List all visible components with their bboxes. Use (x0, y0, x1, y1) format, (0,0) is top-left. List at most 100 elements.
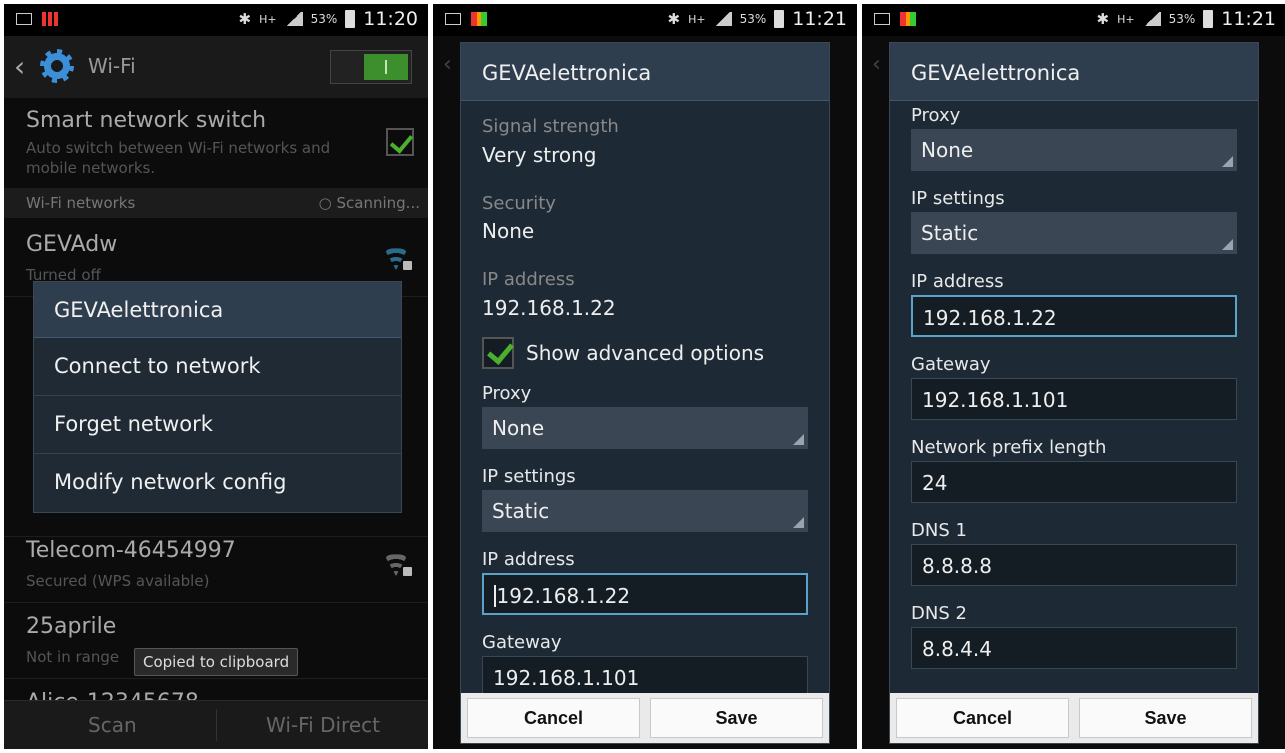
app-notification-icon (471, 12, 487, 26)
network-config-screen-top: ✱ H+ 53% 11:21 ‹ GEVAelettronica Signal … (433, 4, 857, 749)
proxy-label: Proxy (482, 383, 532, 404)
scanning-label: Scanning... (336, 194, 420, 212)
signal-strength-value: Very strong (482, 143, 597, 167)
clock: 11:21 (792, 8, 847, 30)
image-notification-icon (16, 13, 32, 25)
network-type-label: H+ (259, 12, 277, 26)
proxy-value: None (492, 416, 545, 440)
network-name: 25aprile (26, 614, 117, 639)
settings-gear-icon[interactable] (40, 49, 74, 83)
back-icon: ‹ (443, 52, 452, 77)
app-notification-icon (42, 12, 58, 26)
proxy-dropdown[interactable]: None (482, 407, 808, 449)
modify-network-config-item[interactable]: Modify network config (34, 454, 401, 512)
smart-switch-checkbox[interactable] (386, 128, 414, 156)
signal-icon (284, 12, 303, 26)
ip-settings-dropdown[interactable]: Static (911, 212, 1237, 254)
page-title: Wi-Fi (88, 54, 136, 78)
status-bar: ✱ H+ 53% 11:21 (433, 4, 857, 36)
smart-switch-subtitle: Auto switch between Wi-Fi networks and m… (26, 139, 331, 177)
ip-settings-value: Static (492, 499, 550, 523)
bottom-action-bar: Scan Wi-Fi Direct (4, 700, 428, 749)
dns1-input[interactable]: 8.8.8.8 (911, 544, 1237, 586)
gateway-input[interactable]: 192.168.1.101 (482, 656, 808, 693)
image-notification-icon (874, 13, 890, 25)
battery-icon (1203, 10, 1214, 28)
text-cursor (494, 585, 496, 607)
dns1-value: 8.8.8.8 (922, 554, 992, 578)
network-config-dialog: GEVAelettronica Proxy None IP settings S… (889, 42, 1259, 744)
back-icon: ‹ (872, 52, 881, 77)
dns2-input[interactable]: 8.8.4.4 (911, 627, 1237, 669)
dialog-title: GEVAelettronica (461, 43, 829, 101)
network-name: Telecom-46454997 (26, 538, 236, 563)
gateway-input-value: 192.168.1.101 (922, 388, 1069, 412)
ip-settings-dropdown[interactable]: Static (482, 490, 808, 532)
ip-address-field-label: IP address (911, 271, 1004, 292)
dns2-value: 8.8.4.4 (922, 637, 992, 661)
ip-settings-value: Static (921, 221, 979, 245)
gateway-input-value: 192.168.1.101 (493, 666, 640, 690)
dialog-buttons: Cancel Save (890, 693, 1258, 743)
action-bar: ‹ Wi-Fi (4, 36, 428, 98)
dialog-body: Proxy None IP settings Static IP address… (890, 101, 1258, 693)
cancel-button[interactable]: Cancel (896, 698, 1069, 738)
status-bar: ✱ H+ 53% 11:20 (4, 4, 428, 36)
clipboard-toast: Copied to clipboard (134, 648, 299, 676)
dialog-buttons: Cancel Save (461, 693, 829, 743)
checkbox-checked-icon (482, 337, 514, 369)
image-notification-icon (445, 13, 461, 25)
wifi-direct-button[interactable]: Wi-Fi Direct (266, 713, 380, 737)
battery-percent: 53% (1168, 12, 1196, 26)
section-label: Wi-Fi networks (26, 194, 136, 212)
smart-network-switch-row[interactable]: Smart network switch Auto switch between… (4, 98, 428, 189)
status-bar: ✱ H+ 53% 11:21 (862, 4, 1285, 36)
battery-percent: 53% (739, 12, 767, 26)
ip-settings-label: IP settings (482, 466, 576, 487)
scan-button[interactable]: Scan (88, 713, 137, 737)
save-button[interactable]: Save (1079, 698, 1252, 738)
wifi-settings-screen: ✱ H+ 53% 11:20 ‹ Wi-Fi Smart network swi… (4, 4, 428, 749)
clock: 11:21 (1221, 8, 1276, 30)
prefix-length-label: Network prefix length (911, 437, 1107, 458)
prefix-length-input[interactable]: 24 (911, 461, 1237, 503)
security-label: Security (482, 193, 556, 214)
divider (216, 709, 217, 741)
gateway-input[interactable]: 192.168.1.101 (911, 378, 1237, 420)
wifi-toggle[interactable] (330, 50, 412, 84)
ip-settings-label: IP settings (911, 188, 1005, 209)
dns2-label: DNS 2 (911, 603, 967, 624)
battery-icon (345, 10, 356, 28)
scanning-indicator: ○ Scanning... (318, 194, 420, 212)
network-status: Secured (WPS available) (26, 572, 210, 590)
bluetooth-icon: ✱ (1096, 10, 1110, 28)
prefix-length-value: 24 (922, 471, 948, 495)
proxy-dropdown[interactable]: None (911, 129, 1237, 171)
proxy-value: None (921, 138, 974, 162)
clock: 11:20 (363, 8, 418, 30)
network-name: GEVAdw (26, 232, 118, 257)
back-icon[interactable]: ‹ (14, 50, 25, 83)
signal-icon (1142, 12, 1161, 26)
connect-to-network-item[interactable]: Connect to network (34, 338, 401, 396)
save-button[interactable]: Save (650, 698, 823, 738)
wifi-networks-header: Wi-Fi networks ○ Scanning... (4, 188, 428, 218)
battery-icon (774, 10, 785, 28)
security-value: None (482, 219, 535, 243)
ip-address-input[interactable]: 192.168.1.22 (911, 295, 1237, 337)
proxy-label: Proxy (911, 105, 961, 126)
bluetooth-icon: ✱ (667, 10, 681, 28)
list-item[interactable]: Telecom-46454997 Secured (WPS available) (4, 526, 428, 603)
signal-strength-label: Signal strength (482, 116, 619, 137)
wifi-secured-icon (384, 246, 412, 270)
network-config-screen-bottom: ✱ H+ 53% 11:21 ‹ GEVAelettronica Proxy N… (862, 4, 1285, 749)
ip-address-input-value: 192.168.1.22 (496, 584, 631, 608)
gateway-label: Gateway (911, 354, 991, 375)
network-type-label: H+ (1117, 12, 1135, 26)
cancel-button[interactable]: Cancel (467, 698, 640, 738)
ip-address-label: IP address (482, 269, 575, 290)
network-type-label: H+ (688, 12, 706, 26)
forget-network-item[interactable]: Forget network (34, 396, 401, 454)
ip-address-input[interactable]: 192.168.1.22 (482, 573, 808, 615)
network-status: Not in range (26, 648, 120, 666)
